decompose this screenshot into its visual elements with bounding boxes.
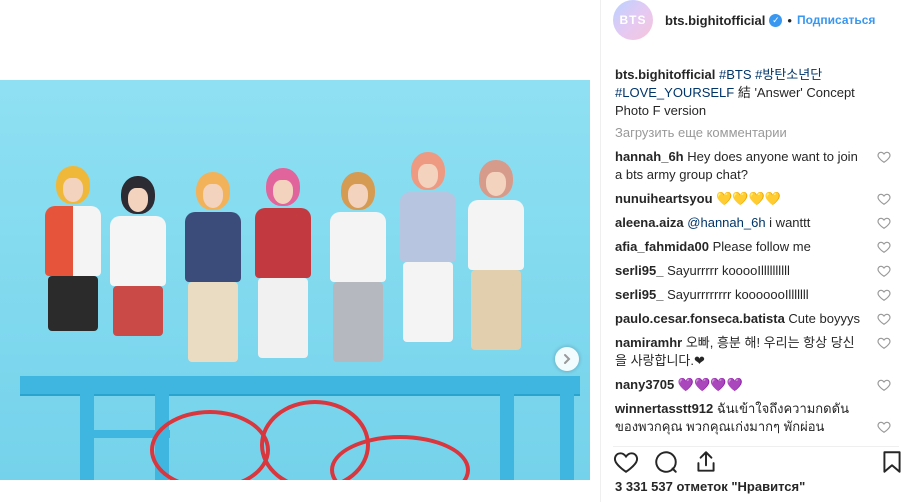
caption-username[interactable]: bts.bighitofficial: [615, 67, 715, 82]
verified-icon: ✓: [769, 13, 783, 27]
member-figure: [185, 172, 241, 362]
comment-item: nunuiheartsyou 💛💛💛💛: [615, 190, 895, 208]
comment-item: nany3705 💜💜💜💜: [615, 376, 895, 394]
comment-item: winnertasstt912 ฉันเข้าใจถึงความกดดันของ…: [615, 400, 895, 436]
load-more-comments-button[interactable]: Загрузить еще комментарии: [615, 125, 787, 140]
comment-text: Sayurrrrr kooooIllllllllll: [667, 263, 790, 278]
heart-icon[interactable]: [877, 192, 891, 206]
comment-username[interactable]: aleena.aiza: [615, 215, 684, 230]
comment-text: Sayurrrrrrrr kooooooIlllllll: [667, 287, 809, 302]
red-cable: [150, 410, 270, 480]
header-username[interactable]: bts.bighitofficial: [665, 13, 765, 28]
comment-username[interactable]: winnertasstt912: [615, 401, 713, 416]
comment-username[interactable]: serli95_: [615, 287, 663, 302]
comment-item: aleena.aiza @hannah_6h i wanttt: [615, 214, 895, 232]
comment-text: Cute boyyys: [788, 311, 860, 326]
comment-item: afia_fahmida00 Please follow me: [615, 238, 895, 256]
mention-link[interactable]: @hannah_6h: [687, 215, 765, 230]
follow-button[interactable]: Подписаться: [797, 13, 875, 27]
member-figure: [400, 152, 456, 342]
comment-item: serli95_ Sayurrrrr kooooIllllllllll: [615, 262, 895, 280]
heart-icon[interactable]: [877, 288, 891, 302]
member-figure: [45, 166, 101, 331]
post-photo[interactable]: [0, 80, 590, 480]
comment-text: Please follow me: [712, 239, 811, 254]
heart-icon[interactable]: [877, 150, 891, 164]
comment-text: i wanttt: [765, 215, 811, 230]
bookmark-icon[interactable]: [879, 449, 901, 475]
table-top: [20, 376, 580, 394]
action-bar: [613, 446, 901, 475]
heart-icon[interactable]: [877, 336, 891, 350]
heart-icon[interactable]: [877, 420, 891, 434]
heart-icon[interactable]: [877, 264, 891, 278]
member-figure: [330, 172, 386, 362]
comment-icon[interactable]: [653, 449, 679, 475]
hashtag-link[interactable]: #방탄소년단: [755, 67, 822, 82]
chevron-right-icon: [564, 354, 571, 364]
comment-list: hannah_6h Hey does anyone want to join a…: [615, 148, 895, 442]
table-leg: [500, 392, 514, 480]
member-figure: [110, 176, 166, 336]
heart-icon[interactable]: [877, 378, 891, 392]
post-caption: bts.bighitofficial #BTS #방탄소년단 #LOVE_YOU…: [615, 66, 877, 120]
comment-text: 💛💛💛💛: [716, 191, 781, 206]
comment-item: serli95_ Sayurrrrrrrr kooooooIlllllll: [615, 286, 895, 304]
next-photo-button[interactable]: [555, 347, 579, 371]
hashtag-link[interactable]: #BTS: [719, 67, 752, 82]
member-figure: [255, 168, 311, 358]
comment-item: hannah_6h Hey does anyone want to join a…: [615, 148, 895, 184]
comment-item: paulo.cesar.fonseca.batista Cute boyyys: [615, 310, 895, 328]
post-side-panel: BTS bts.bighitofficial ✓ • Подписаться b…: [600, 0, 901, 502]
comment-item: namiramhr 오빠, 흥분 해! 우리는 항상 당신을 사랑합니다.❤: [615, 334, 895, 370]
avatar[interactable]: BTS: [613, 0, 653, 40]
table-leg: [560, 392, 574, 480]
likes-count[interactable]: 3 331 537 отметок "Нравится": [615, 479, 805, 494]
comment-text: 💜💜💜💜: [677, 377, 743, 392]
heart-icon[interactable]: [877, 312, 891, 326]
hashtag-link[interactable]: #LOVE_YOURSELF: [615, 85, 734, 100]
comment-username[interactable]: paulo.cesar.fonseca.batista: [615, 311, 785, 326]
comment-username[interactable]: afia_fahmida00: [615, 239, 709, 254]
share-icon[interactable]: [693, 449, 719, 475]
heart-icon[interactable]: [877, 240, 891, 254]
heart-icon[interactable]: [877, 216, 891, 230]
post-header: BTS bts.bighitofficial ✓ • Подписаться: [613, 0, 875, 40]
separator-dot: •: [787, 12, 792, 28]
comment-username[interactable]: nany3705: [615, 377, 674, 392]
comment-username[interactable]: hannah_6h: [615, 149, 684, 164]
heart-icon[interactable]: [613, 449, 639, 475]
member-figure: [468, 160, 524, 350]
comment-username[interactable]: namiramhr: [615, 335, 682, 350]
comment-username[interactable]: nunuiheartsyou: [615, 191, 713, 206]
comment-username[interactable]: serli95_: [615, 263, 663, 278]
